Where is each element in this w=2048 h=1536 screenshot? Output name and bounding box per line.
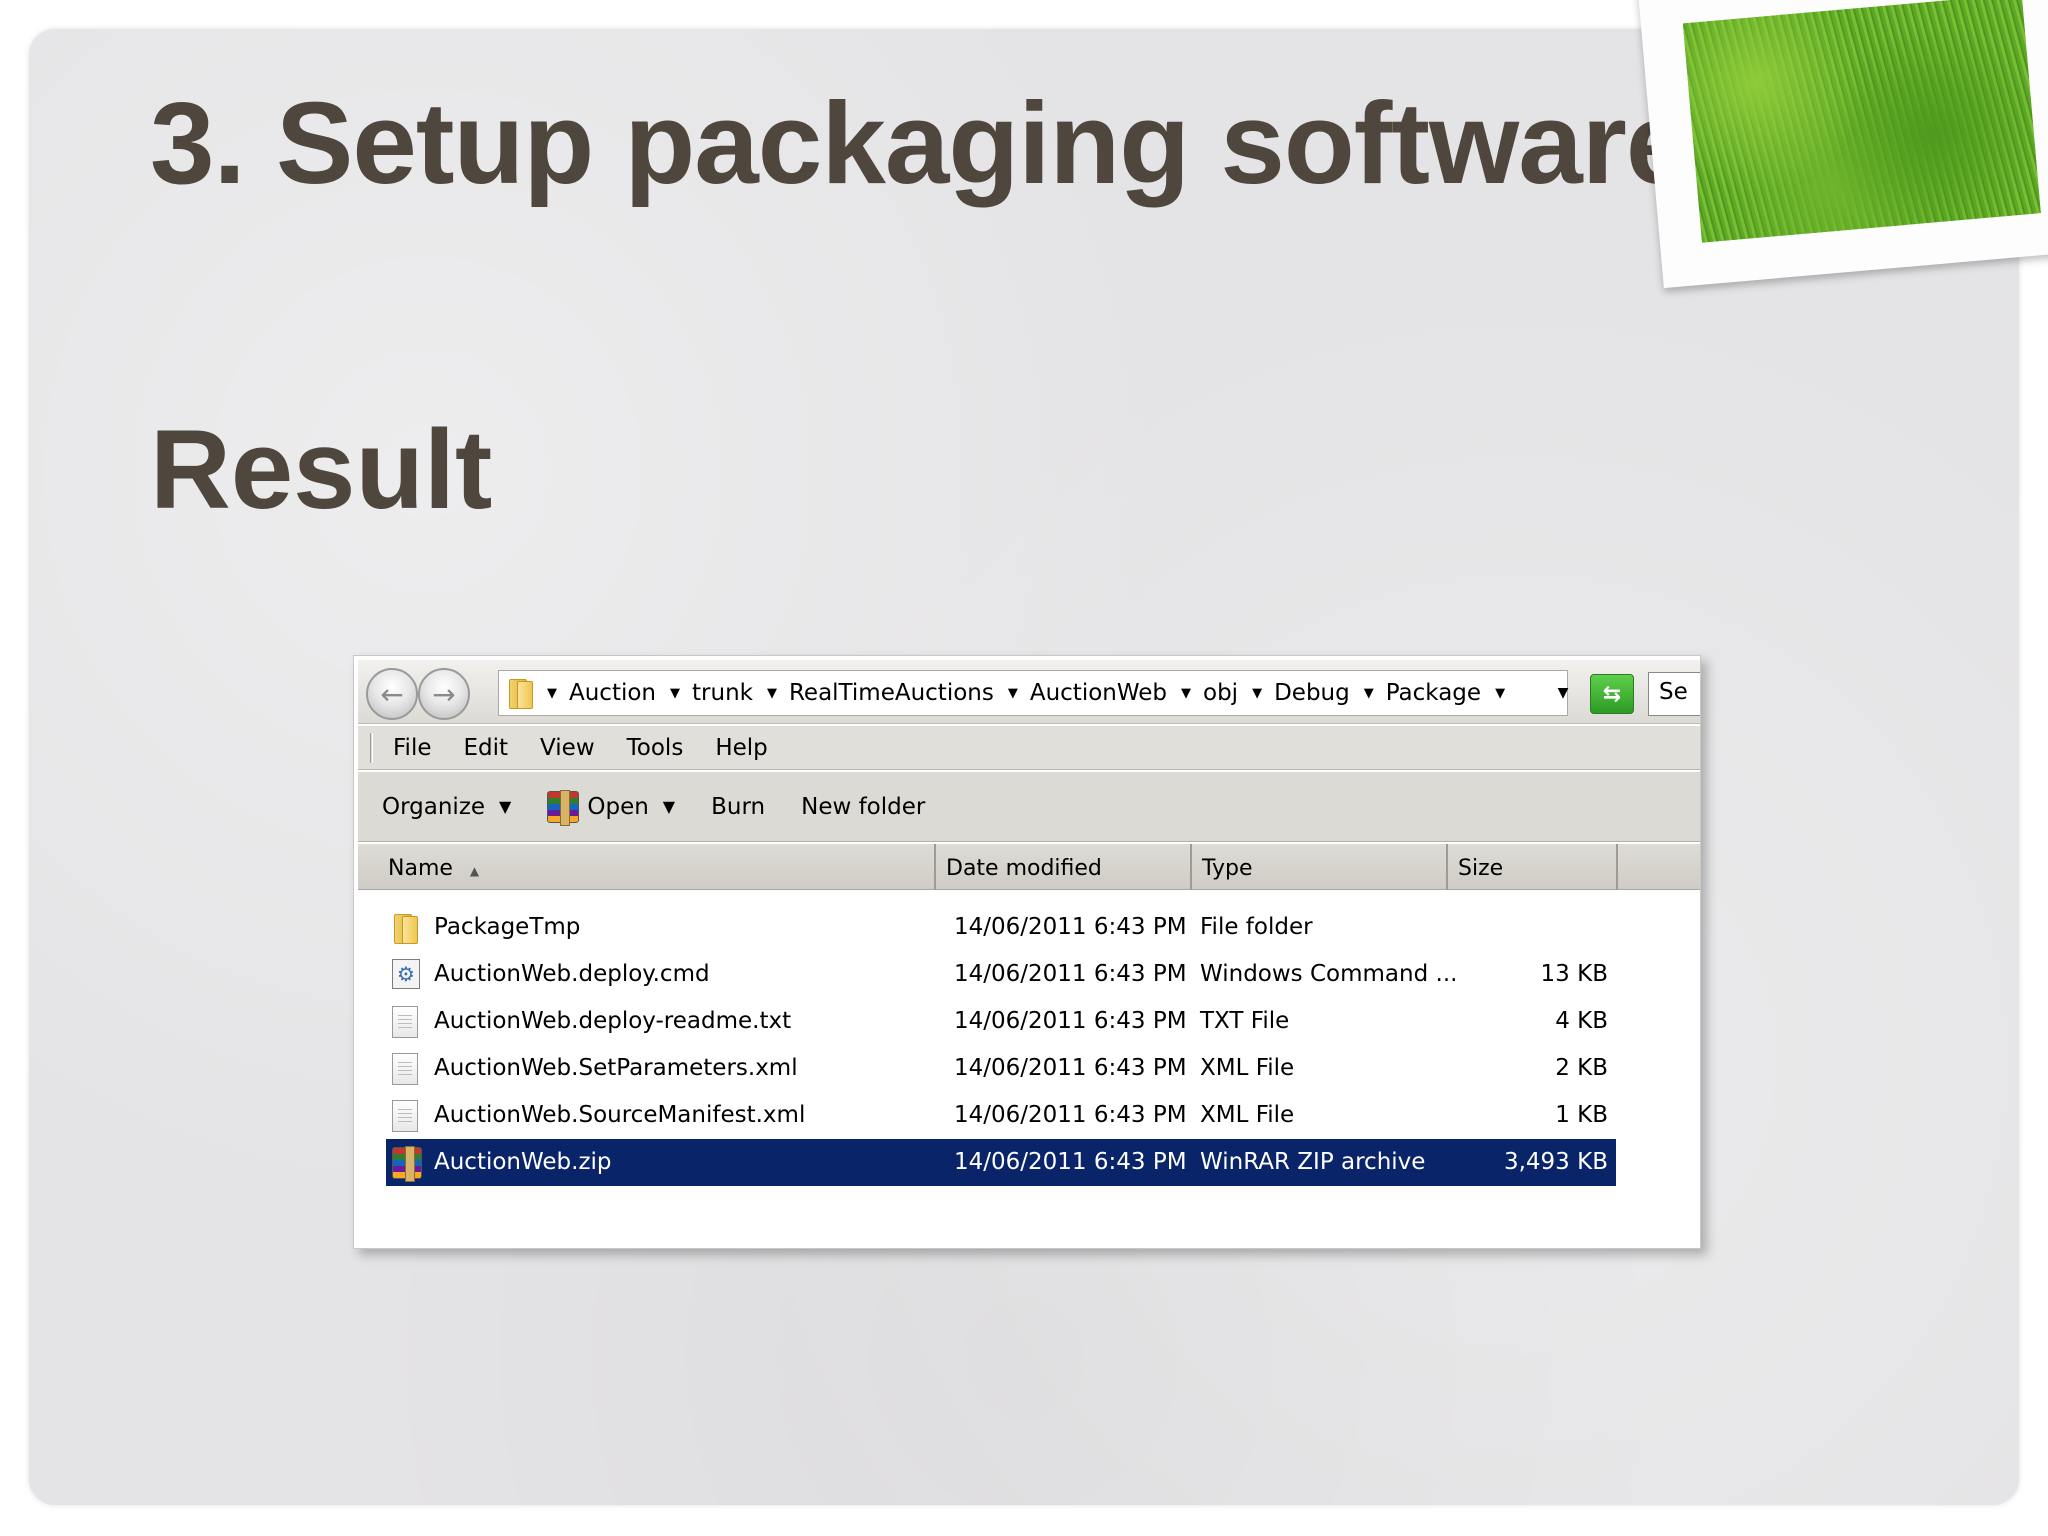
file-row[interactable]: AuctionWeb.deploy-readme.txt 14/06/2011 … — [386, 998, 1616, 1045]
slide-subtitle: Result — [150, 407, 493, 532]
chevron-down-icon[interactable]: ▼ — [1364, 686, 1374, 701]
forward-arrow-icon: → — [432, 677, 456, 711]
column-header-name[interactable]: Name ▲ — [358, 844, 936, 890]
file-type: Windows Command ... — [1200, 961, 1458, 987]
file-type: WinRAR ZIP archive — [1200, 1149, 1426, 1175]
file-row[interactable]: AuctionWeb.deploy.cmd 14/06/2011 6:43 PM… — [386, 951, 1616, 998]
column-header-type-label: Type — [1202, 856, 1253, 881]
breadcrumb-package[interactable]: Package — [1386, 680, 1481, 706]
column-header-size-label: Size — [1458, 856, 1504, 881]
new-folder-label: New folder — [801, 793, 926, 820]
column-header-row: Name ▲ Date modified Type Size — [358, 844, 1700, 890]
breadcrumb-obj[interactable]: obj — [1203, 680, 1238, 706]
folder-icon — [507, 677, 533, 709]
file-date: 14/06/2011 6:43 PM — [954, 914, 1187, 940]
chevron-down-icon[interactable]: ▼ — [1495, 686, 1505, 701]
winrar-icon — [547, 789, 580, 826]
explorer-window: ← → ▼ Auction ▼ trunk ▼ RealTimeAuctions… — [353, 655, 1701, 1249]
file-name: PackageTmp — [434, 914, 581, 940]
folder-icon — [392, 912, 422, 944]
menu-help[interactable]: Help — [715, 735, 767, 761]
address-bar: ← → ▼ Auction ▼ trunk ▼ RealTimeAuctions… — [358, 660, 1700, 724]
cmd-file-icon — [392, 959, 420, 989]
text-file-icon — [392, 1006, 418, 1038]
file-type: TXT File — [1200, 1008, 1290, 1034]
chevron-down-icon: ▼ — [1557, 685, 1569, 701]
file-name: AuctionWeb.deploy.cmd — [434, 961, 710, 987]
file-list: PackageTmp 14/06/2011 6:43 PM File folde… — [386, 904, 1616, 1186]
file-size: 4 KB — [1555, 1008, 1608, 1034]
burn-label: Burn — [711, 793, 766, 820]
menu-view[interactable]: View — [540, 735, 595, 761]
burn-button[interactable]: Burn — [711, 794, 765, 820]
breadcrumb-realtimeauctions[interactable]: RealTimeAuctions — [789, 680, 994, 706]
address-history-dropdown[interactable]: ▼ — [1548, 670, 1578, 716]
breadcrumb-debug[interactable]: Debug — [1274, 680, 1350, 706]
grass-image — [1682, 0, 2041, 243]
refresh-icon: ⇆ — [1602, 681, 1622, 707]
file-row[interactable]: PackageTmp 14/06/2011 6:43 PM File folde… — [386, 904, 1616, 951]
file-date: 14/06/2011 6:43 PM — [954, 1102, 1187, 1128]
column-header-name-label: Name — [388, 856, 453, 881]
new-folder-button[interactable]: New folder — [801, 794, 925, 820]
xml-file-icon — [392, 1100, 418, 1132]
winrar-zip-icon — [392, 1146, 422, 1182]
refresh-button[interactable]: ⇆ — [1590, 674, 1634, 714]
file-name: AuctionWeb.zip — [434, 1149, 612, 1175]
chevron-down-icon[interactable]: ▼ — [1252, 686, 1262, 701]
grass-photo — [1637, 0, 2048, 289]
back-button[interactable]: ← — [366, 668, 418, 720]
file-type: File folder — [1200, 914, 1313, 940]
search-input[interactable]: Se — [1648, 672, 1700, 716]
chevron-down-icon[interactable]: ▼ — [547, 686, 557, 701]
command-bar: Organize ▼ Open ▼ Burn New folder — [358, 772, 1700, 842]
file-name: AuctionWeb.deploy-readme.txt — [434, 1008, 792, 1034]
file-size: 1 KB — [1555, 1102, 1608, 1128]
breadcrumb-auctionweb[interactable]: AuctionWeb — [1030, 680, 1167, 706]
file-date: 14/06/2011 6:43 PM — [954, 1149, 1187, 1175]
menu-file[interactable]: File — [393, 735, 432, 761]
open-label: Open — [587, 793, 649, 820]
menu-tools[interactable]: Tools — [627, 735, 684, 761]
organize-button[interactable]: Organize ▼ — [382, 794, 511, 820]
file-size: 13 KB — [1540, 961, 1608, 987]
file-row-selected[interactable]: AuctionWeb.zip 14/06/2011 6:43 PM WinRAR… — [386, 1139, 1616, 1186]
slide-title: 3. Setup packaging software — [150, 78, 1690, 208]
file-row[interactable]: AuctionWeb.SetParameters.xml 14/06/2011 … — [386, 1045, 1616, 1092]
forward-button[interactable]: → — [418, 668, 470, 720]
column-header-size[interactable]: Size — [1448, 844, 1618, 890]
file-type: XML File — [1200, 1102, 1295, 1128]
file-date: 14/06/2011 6:43 PM — [954, 1055, 1187, 1081]
column-header-date[interactable]: Date modified — [936, 844, 1192, 890]
address-field[interactable]: ▼ Auction ▼ trunk ▼ RealTimeAuctions ▼ A… — [498, 670, 1568, 716]
breadcrumb-trunk[interactable]: trunk — [692, 680, 753, 706]
chevron-down-icon[interactable]: ▼ — [663, 797, 675, 816]
menu-bar: File Edit View Tools Help — [358, 726, 1700, 770]
toolbar-grip[interactable] — [370, 732, 373, 763]
chevron-down-icon[interactable]: ▼ — [670, 686, 680, 701]
breadcrumb-auction[interactable]: Auction — [569, 680, 656, 706]
column-header-type[interactable]: Type — [1192, 844, 1448, 890]
column-header-date-label: Date modified — [946, 856, 1102, 881]
file-type: XML File — [1200, 1055, 1295, 1081]
organize-label: Organize — [382, 793, 486, 820]
file-name: AuctionWeb.SetParameters.xml — [434, 1055, 798, 1081]
chevron-down-icon: ▼ — [499, 797, 512, 816]
sort-ascending-icon: ▲ — [469, 864, 480, 878]
file-name: AuctionWeb.SourceManifest.xml — [434, 1102, 806, 1128]
file-row[interactable]: AuctionWeb.SourceManifest.xml 14/06/2011… — [386, 1092, 1616, 1139]
file-size: 3,493 KB — [1503, 1149, 1608, 1175]
file-size: 2 KB — [1555, 1055, 1608, 1081]
chevron-down-icon[interactable]: ▼ — [767, 686, 777, 701]
menu-edit[interactable]: Edit — [464, 735, 509, 761]
open-button[interactable]: Open ▼ — [547, 789, 675, 826]
file-date: 14/06/2011 6:43 PM — [954, 1008, 1187, 1034]
back-arrow-icon: ← — [380, 677, 404, 711]
file-date: 14/06/2011 6:43 PM — [954, 961, 1187, 987]
chevron-down-icon[interactable]: ▼ — [1008, 686, 1018, 701]
xml-file-icon — [392, 1053, 418, 1085]
chevron-down-icon[interactable]: ▼ — [1181, 686, 1191, 701]
